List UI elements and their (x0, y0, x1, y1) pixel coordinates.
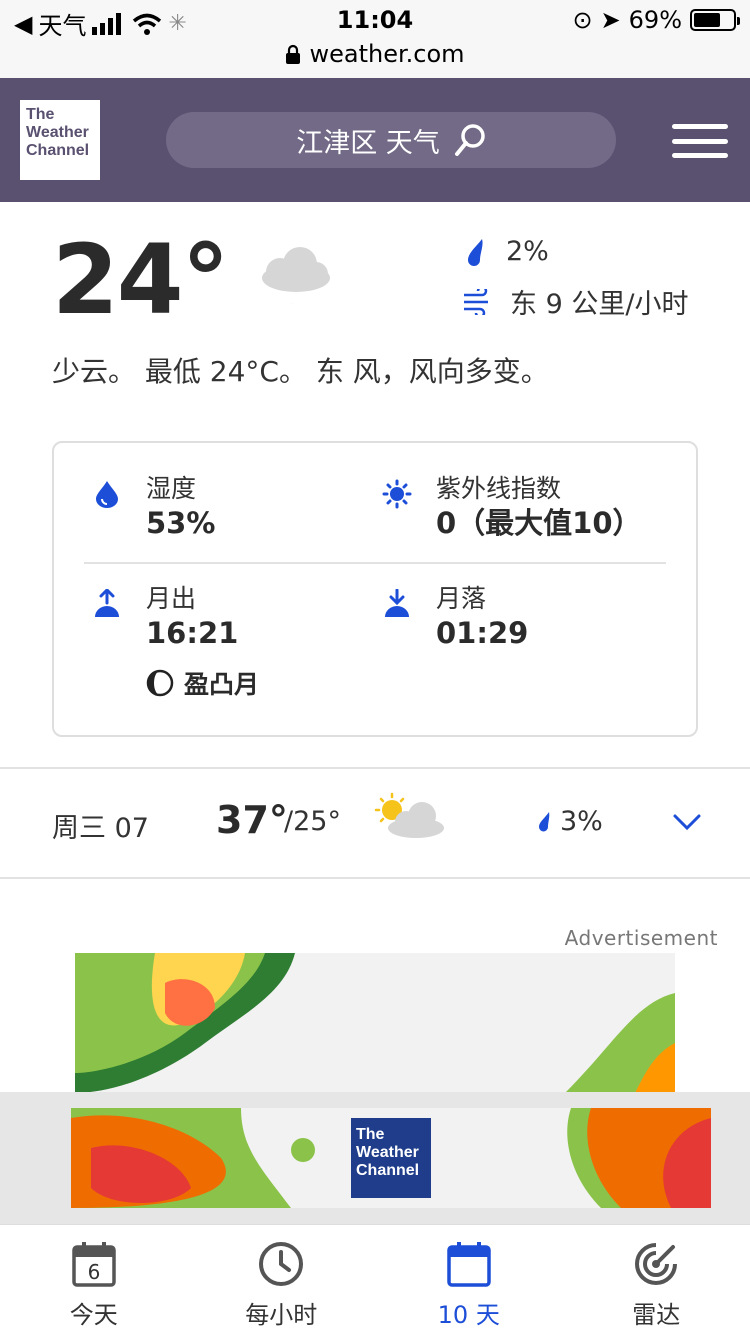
ad-label: Advertisement (564, 926, 718, 950)
raindrop-icon (539, 811, 550, 831)
day-precip-value: 3% (560, 806, 603, 837)
uv-label: 紫外线指数 (436, 474, 562, 503)
day-precip: 3% (536, 806, 603, 837)
humidity-label: 湿度 (146, 474, 197, 503)
nav-radar[interactable]: 雷达 (563, 1225, 750, 1334)
divider (0, 767, 750, 769)
clock-icon (259, 1242, 304, 1286)
location-search-button[interactable]: 江津区 天气 (166, 112, 616, 168)
partly-sunny-icon (374, 792, 444, 838)
orientation-lock-icon: ⊙ (572, 6, 593, 34)
bottom-nav: 6 今天 每小时 10 天 雷达 (0, 1224, 750, 1334)
uv-sun-icon (382, 479, 412, 509)
logo-text: The Weather Channel (26, 106, 90, 159)
raindrop-icon (468, 238, 483, 266)
url-text: weather.com (309, 40, 465, 68)
hamburger-menu-icon[interactable] (672, 124, 728, 158)
moonset-icon (385, 589, 409, 617)
details-card: 湿度 53% 紫外线指数 0（最大值10） 月出 16:21 月落 01:29 … (52, 441, 698, 737)
waxing-gibbous-moon-icon (146, 669, 174, 697)
humidity-drop-icon (96, 481, 118, 508)
nav-today[interactable]: 6 今天 (0, 1225, 188, 1334)
sticky-ad-container: The Weather Channel (0, 1092, 750, 1224)
moonrise-value: 16:21 (146, 616, 239, 650)
ad-logo-text: The Weather Channel (356, 1126, 420, 1179)
radar-icon (635, 1243, 678, 1285)
calendar-day-number: 6 (87, 1260, 100, 1284)
precip-value: 2% (506, 236, 549, 267)
precip-chance: 2% (462, 236, 549, 267)
current-temperature: 24° (52, 224, 230, 336)
moonrise-cell: 月出 16:21 (92, 583, 238, 651)
nav-radar-label: 雷达 (632, 1301, 681, 1329)
wind-value: 东 9 公里/小时 (510, 289, 689, 320)
radar-map-image (75, 953, 675, 1093)
humidity-cell: 湿度 53% (92, 473, 215, 541)
weather-channel-logo[interactable]: The Weather Channel (20, 100, 100, 180)
nav-hourly-label: 每小时 (245, 1301, 318, 1329)
search-icon (454, 124, 485, 156)
day-high-temp: 37° (216, 798, 288, 842)
url-bar[interactable]: weather.com (0, 40, 750, 68)
humidity-value: 53% (146, 506, 216, 540)
moonset-cell: 月落 01:29 (382, 583, 528, 651)
moonset-label: 月落 (436, 584, 487, 613)
card-divider (84, 562, 666, 564)
uv-cell: 紫外线指数 0（最大值10） (382, 473, 642, 541)
ad-banner-radar[interactable] (75, 953, 675, 1093)
wind-icon (464, 288, 488, 315)
day-low-temp: /25° (284, 806, 341, 837)
moonrise-label: 月出 (146, 584, 197, 613)
nav-10-day[interactable]: 10 天 (375, 1225, 563, 1334)
battery-icon (690, 9, 740, 31)
nav-10-day-label: 10 天 (437, 1301, 500, 1329)
partly-cloudy-night-icon (246, 240, 330, 305)
ad-weather-channel-logo: The Weather Channel (351, 1118, 431, 1198)
divider (0, 877, 750, 879)
lock-icon (286, 44, 301, 64)
battery-fill (694, 13, 720, 27)
location-arrow-icon: ➤ (600, 6, 621, 34)
moon-phase-label: 盈凸月 (184, 670, 260, 699)
nav-today-label: 今天 (69, 1301, 118, 1329)
calendar-icon (447, 1242, 491, 1287)
browser-status-bar: ◀ 天气 ✳ 11:04 ⊙ ➤ 69% weather.com (0, 0, 750, 78)
nav-hourly[interactable]: 每小时 (188, 1225, 376, 1334)
search-text: 江津区 天气 (296, 127, 440, 159)
status-right: ⊙ ➤ 69% (572, 6, 740, 34)
ad-banner-bottom[interactable]: The Weather Channel (71, 1108, 711, 1208)
site-header: The Weather Channel 江津区 天气 (0, 78, 750, 202)
moonrise-icon (95, 589, 119, 617)
weather-description: 少云。 最低 24°C。 东 风，风向多变。 (52, 355, 549, 388)
battery-percent: 69% (628, 6, 682, 34)
uv-value: 0（最大值10） (436, 506, 642, 540)
wind-info: 东 9 公里/小时 (462, 282, 688, 321)
moonset-value: 01:29 (436, 616, 529, 650)
chevron-down-icon[interactable] (672, 812, 702, 832)
moon-phase: 盈凸月 (146, 665, 259, 701)
day-label: 周三 07 (52, 813, 149, 844)
calendar-day-icon: 6 (72, 1242, 116, 1287)
